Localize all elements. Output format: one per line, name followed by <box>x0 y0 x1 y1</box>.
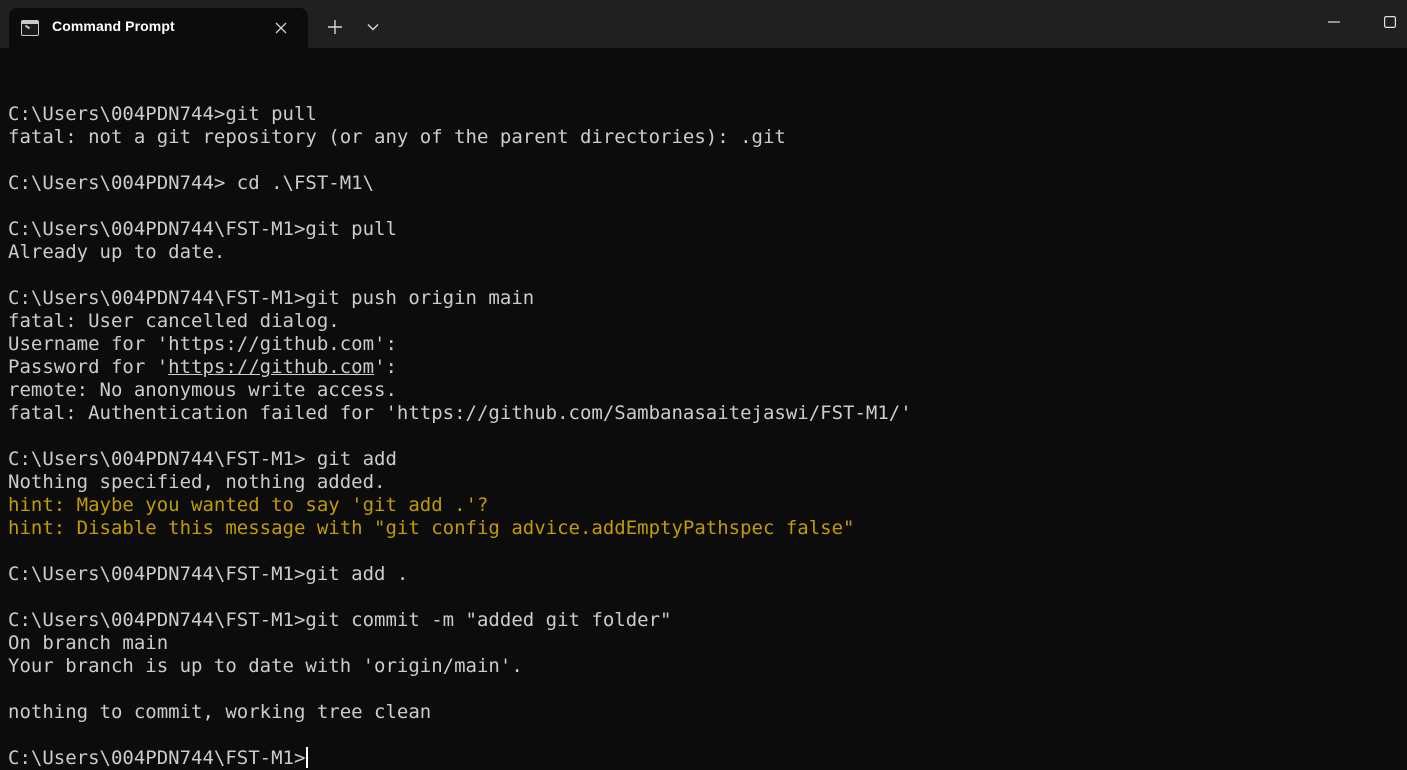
terminal-line-text: C:\Users\004PDN744\FST-M1>git add . <box>8 563 409 585</box>
terminal-line: hint: Disable this message with "git con… <box>8 517 1398 540</box>
title-bar: Command Prompt <box>0 0 1407 48</box>
terminal-line: fatal: Authentication failed for 'https:… <box>8 402 1398 425</box>
terminal-line: C:\Users\004PDN744\FST-M1>git add . <box>8 563 1398 586</box>
chevron-down-icon[interactable] <box>361 15 385 39</box>
terminal-line: hint: Maybe you wanted to say 'git add .… <box>8 494 1398 517</box>
terminal-line: nothing to commit, working tree clean <box>8 701 1398 724</box>
terminal-line-text: ': <box>374 356 397 378</box>
terminal-line-text: On branch main <box>8 632 169 654</box>
terminal-line: C:\Users\004PDN744>git pull <box>8 103 1398 126</box>
terminal-line-text: hint: Disable this message with "git con… <box>8 517 855 539</box>
terminal-line-text: hint: Maybe you wanted to say 'git add .… <box>8 494 489 516</box>
terminal-line: On branch main <box>8 632 1398 655</box>
terminal-line-text: C:\Users\004PDN744> cd .\FST-M1\ <box>8 172 375 194</box>
terminal-line-text: fatal: User cancelled dialog. <box>8 310 340 332</box>
maximize-icon[interactable] <box>1372 8 1407 36</box>
terminal-line-text: C:\Users\004PDN744\FST-M1>git commit -m … <box>8 609 672 631</box>
terminal-line-text: remote: No anonymous write access. <box>8 379 397 401</box>
terminal-line-text: C:\Users\004PDN744\FST-M1>git push origi… <box>8 287 535 309</box>
terminal-line-text: Password for ' <box>8 356 169 378</box>
terminal-line: C:\Users\004PDN744\FST-M1>git push origi… <box>8 287 1398 310</box>
terminal-line-text: C:\Users\004PDN744\FST-M1> <box>8 747 306 769</box>
terminal-line: C:\Users\004PDN744> cd .\FST-M1\ <box>8 172 1398 195</box>
terminal-line: fatal: User cancelled dialog. <box>8 310 1398 333</box>
terminal-icon <box>21 20 39 36</box>
terminal-line-text: fatal: Authentication failed for 'https:… <box>8 402 912 424</box>
terminal-line: C:\Users\004PDN744\FST-M1>git commit -m … <box>8 609 1398 632</box>
terminal-line-text: fatal: not a git repository (or any of t… <box>8 126 786 148</box>
terminal-line-text: C:\Users\004PDN744>git pull <box>8 103 317 125</box>
terminal-line: fatal: not a git repository (or any of t… <box>8 126 1398 149</box>
plus-icon[interactable] <box>323 15 347 39</box>
close-icon[interactable] <box>271 18 291 38</box>
terminal-line: remote: No anonymous write access. <box>8 379 1398 402</box>
terminal-link[interactable]: https://github.com <box>168 356 374 378</box>
terminal-line-text: C:\Users\004PDN744\FST-M1> git add <box>8 448 397 470</box>
tab-title: Command Prompt <box>52 18 175 34</box>
minimize-icon[interactable] <box>1314 8 1354 36</box>
terminal-output[interactable]: C:\Users\004PDN744>git pull fatal: not a … <box>8 80 1398 769</box>
terminal-line-text: nothing to commit, working tree clean <box>8 701 432 723</box>
terminal-line: Already up to date. <box>8 241 1398 264</box>
terminal-line-text: Username for 'https://github.com': <box>8 333 397 355</box>
terminal-line-text: C:\Users\004PDN744\FST-M1>git pull <box>8 218 397 240</box>
terminal-line-text: Already up to date. <box>8 241 226 263</box>
terminal-line: C:\Users\004PDN744\FST-M1> <box>8 747 1398 770</box>
terminal-line: C:\Users\004PDN744\FST-M1>git pull <box>8 218 1398 241</box>
terminal-line: Username for 'https://github.com': <box>8 333 1398 356</box>
terminal-line: C:\Users\004PDN744\FST-M1> git add <box>8 448 1398 471</box>
tab-command-prompt[interactable]: Command Prompt <box>9 8 308 48</box>
terminal-line-text: Your branch is up to date with 'origin/m… <box>8 655 523 677</box>
text-cursor <box>306 747 309 768</box>
terminal-line-text: Nothing specified, nothing added. <box>8 471 386 493</box>
terminal-line: Password for 'https://github.com': <box>8 356 1398 379</box>
terminal-line: Nothing specified, nothing added. <box>8 471 1398 494</box>
terminal-line: Your branch is up to date with 'origin/m… <box>8 655 1398 678</box>
